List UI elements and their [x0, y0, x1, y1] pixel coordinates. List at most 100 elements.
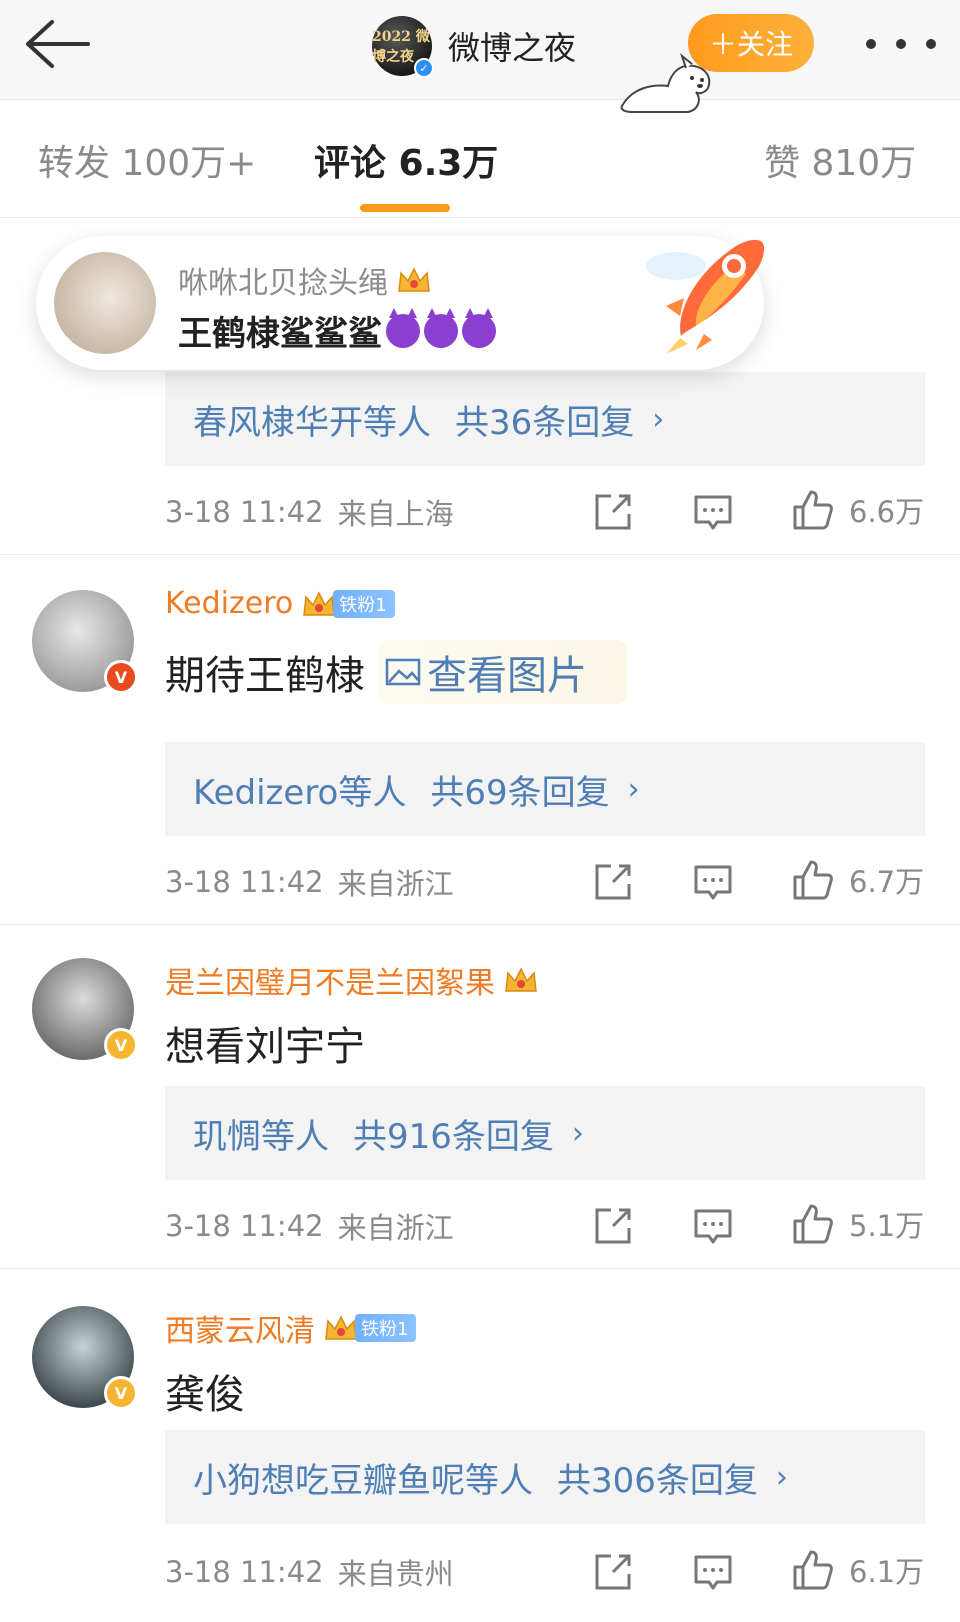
- user-avatar[interactable]: V: [32, 1306, 138, 1410]
- pinned-user-avatar[interactable]: [54, 252, 156, 354]
- comment-body: 期待王鹤棣: [165, 653, 365, 699]
- comment-location: 来自浙江: [337, 867, 454, 901]
- divider: [0, 924, 960, 925]
- back-arrow-icon[interactable]: [22, 14, 94, 74]
- fan-level-badge: 铁粉1: [355, 1314, 417, 1342]
- thumbs-up-icon: [793, 490, 833, 530]
- comment-icon[interactable]: [691, 1550, 735, 1594]
- comment-username[interactable]: Kedizero 铁粉1: [165, 586, 395, 621]
- devil-emoji-icon: [424, 307, 458, 348]
- pinned-username-text: 咻咻北贝捻头绳: [178, 266, 388, 301]
- crown-icon: [505, 967, 537, 992]
- reply-summary[interactable]: 春风棣华开等人 共36条回复 ›: [165, 372, 925, 466]
- thumbs-up-icon: [793, 1550, 833, 1590]
- comment-meta: 3-18 11:42 来自浙江 5.1万: [165, 1198, 925, 1254]
- pinned-comment-body: 王鹤棣鲨鲨鲨: [178, 314, 382, 354]
- comment-time: 3-18 11:42: [165, 495, 324, 529]
- reply-users: 春风棣华开等人: [193, 402, 431, 443]
- tab-reposts[interactable]: 转发 100万+: [38, 134, 256, 186]
- reply-summary[interactable]: 玑惆等人 共916条回复 ›: [165, 1086, 925, 1180]
- account-avatar[interactable]: 2022 微博之夜 ✓: [372, 16, 434, 78]
- comment-time: 3-18 11:42: [165, 1555, 324, 1589]
- more-options-icon[interactable]: [866, 24, 936, 64]
- like-count: 6.1万: [849, 1555, 925, 1589]
- like-count: 6.6万: [849, 495, 925, 529]
- thumbs-up-icon: [793, 860, 833, 900]
- reply-summary[interactable]: Kedizero等人 共69条回复 ›: [165, 742, 925, 836]
- verified-v-icon: V: [104, 660, 138, 694]
- divider: [0, 554, 960, 555]
- comment-text: 龚俊: [165, 1362, 245, 1420]
- tab-comments[interactable]: 评论 6.3万: [314, 134, 498, 186]
- top-bar: 2022 微博之夜 ✓ 微博之夜 ＋关注: [0, 0, 960, 100]
- crown-icon: [325, 1315, 357, 1340]
- like-count: 6.7万: [849, 865, 925, 899]
- verified-v-icon: V: [104, 1028, 138, 1062]
- pinned-comment-text: 王鹤棣鲨鲨鲨: [178, 306, 496, 355]
- comment-location: 来自浙江: [337, 1211, 454, 1245]
- account-header[interactable]: 2022 微博之夜 ✓ 微博之夜: [372, 14, 576, 78]
- share-icon[interactable]: [591, 490, 635, 534]
- thumbs-up-icon: [793, 1204, 833, 1244]
- comment-location: 来自上海: [337, 497, 454, 531]
- pinned-comment-card[interactable]: 咻咻北贝捻头绳 王鹤棣鲨鲨鲨: [36, 236, 765, 370]
- comment-username[interactable]: 是兰因璧月不是兰因絮果: [165, 958, 539, 1002]
- reply-summary[interactable]: 小狗想吃豆瓣鱼呢等人 共306条回复 ›: [165, 1430, 925, 1524]
- reply-users: 小狗想吃豆瓣鱼呢等人: [193, 1460, 533, 1501]
- divider: [0, 1268, 960, 1269]
- comment-icon[interactable]: [691, 490, 735, 534]
- devil-emoji-icon: [462, 307, 496, 348]
- comment-username[interactable]: 西蒙云风清 铁粉1: [165, 1306, 417, 1350]
- fan-level-badge: 铁粉1: [333, 589, 395, 618]
- verified-icon: ✓: [414, 58, 434, 78]
- view-image-link[interactable]: 查看图片: [379, 640, 627, 704]
- tab-bar: 转发 100万+ 评论 6.3万 赞 810万: [0, 100, 960, 218]
- devil-emoji-icon: [386, 307, 420, 348]
- comment-meta: 3-18 11:42 来自上海 6.6万: [165, 484, 925, 540]
- comment-time: 3-18 11:42: [165, 1209, 324, 1243]
- image-icon: [385, 658, 421, 686]
- user-avatar[interactable]: V: [32, 590, 138, 694]
- like-button[interactable]: 6.1万: [791, 1548, 924, 1592]
- reply-count: 共69条回复: [430, 772, 610, 813]
- view-image-label: 查看图片: [427, 653, 587, 699]
- pinned-username[interactable]: 咻咻北贝捻头绳: [178, 258, 432, 302]
- comment-meta: 3-18 11:42 来自贵州 6.1万: [165, 1544, 925, 1600]
- dog-sticker-icon: [620, 53, 711, 113]
- username-text: 西蒙云风清: [165, 1314, 315, 1349]
- comment-body: 想看刘宇宁: [165, 1024, 365, 1070]
- comment-body: 龚俊: [165, 1372, 245, 1418]
- share-icon[interactable]: [591, 860, 635, 904]
- comment-text: 期待王鹤棣 查看图片: [165, 640, 627, 704]
- comment-location: 来自贵州: [337, 1557, 454, 1591]
- chevron-right-icon: ›: [571, 1115, 584, 1151]
- crown-icon: [398, 267, 430, 292]
- chevron-right-icon: ›: [627, 771, 640, 807]
- user-avatar[interactable]: V: [32, 958, 138, 1062]
- like-button[interactable]: 6.7万: [791, 858, 924, 902]
- chevron-right-icon: ›: [775, 1459, 788, 1495]
- comment-icon[interactable]: [691, 1204, 735, 1248]
- account-name[interactable]: 微博之夜: [448, 23, 576, 69]
- rocket-icon: [646, 239, 765, 354]
- username-text: Kedizero: [165, 586, 294, 621]
- tab-likes[interactable]: 赞 810万: [764, 134, 916, 186]
- share-icon[interactable]: [591, 1550, 635, 1594]
- reply-users: Kedizero等人: [193, 772, 407, 813]
- verified-v-icon: V: [104, 1376, 138, 1410]
- like-count: 5.1万: [849, 1209, 925, 1243]
- tab-active-indicator: [360, 204, 450, 212]
- share-icon[interactable]: [591, 1204, 635, 1248]
- comment-meta: 3-18 11:42 来自浙江 6.7万: [165, 854, 925, 910]
- comment-icon[interactable]: [691, 860, 735, 904]
- username-text: 是兰因璧月不是兰因絮果: [165, 966, 495, 1001]
- reply-count: 共36条回复: [455, 402, 635, 443]
- crown-icon: [303, 590, 336, 616]
- reply-users: 玑惆等人: [193, 1116, 329, 1157]
- reply-count: 共916条回复: [353, 1116, 554, 1157]
- chevron-right-icon: ›: [652, 401, 665, 437]
- reply-count: 共306条回复: [557, 1460, 758, 1501]
- comment-text: 想看刘宇宁: [165, 1014, 365, 1072]
- like-button[interactable]: 6.6万: [791, 488, 924, 532]
- like-button[interactable]: 5.1万: [791, 1202, 924, 1246]
